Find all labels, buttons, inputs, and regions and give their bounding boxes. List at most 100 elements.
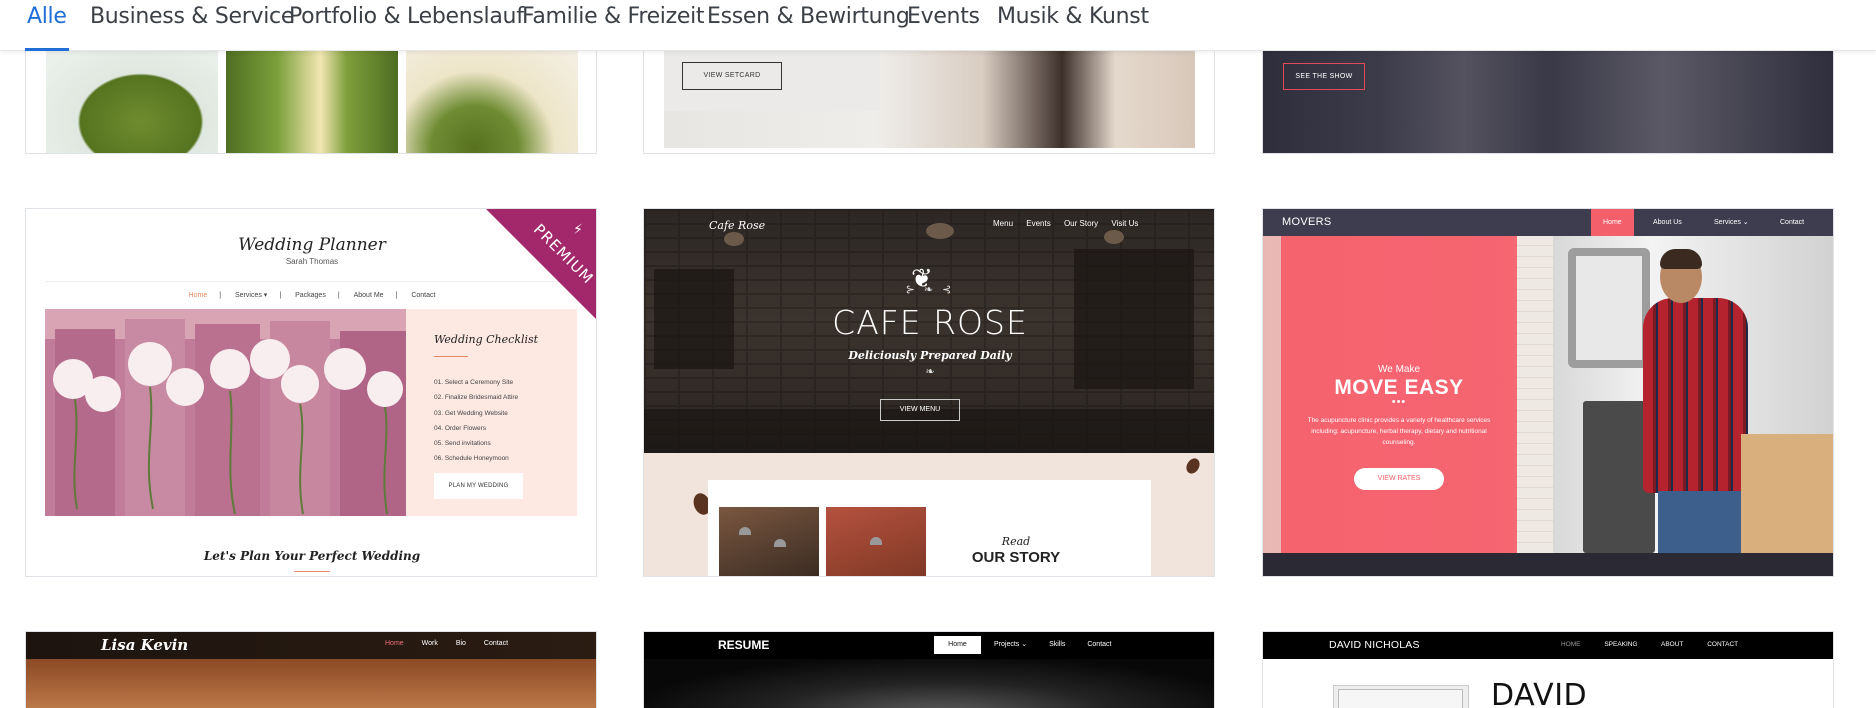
template-card-david-nicholas[interactable]: DAVID NICHOLAS HOME SPEAKING ABOUT CONTA…: [1262, 631, 1834, 708]
checklist: 01. Select a Ceremony Site 02. Finalize …: [434, 375, 518, 467]
template-card-wedding-planner[interactable]: Wedding Planner Sarah Thomas Home | Servi…: [25, 208, 597, 577]
site-name: Lisa Kevin: [101, 636, 189, 654]
bridesmaids-photo: [45, 309, 406, 516]
ornament-icon: ❧: [925, 366, 935, 378]
cafe-title: CAFE ROSE: [832, 303, 1028, 342]
nav-services: Services ⌄: [1714, 219, 1749, 226]
nav-home: Home: [1591, 209, 1634, 236]
view-rates-button: VIEW RATES: [1354, 468, 1444, 490]
lamp-photo: [719, 507, 819, 576]
template-card-resume[interactable]: RESUME Home Projects ⌄ Skills Contact: [643, 631, 1215, 708]
hero-photo: [26, 659, 596, 708]
template-thumbnail: [406, 49, 578, 153]
template-card-movers[interactable]: MOVERS Home About Us Services ⌄ Contact …: [1262, 208, 1834, 577]
nav-skills: Skills: [1049, 641, 1066, 648]
checklist-item: 02. Finalize Bridesmaid Attire: [434, 394, 519, 402]
nav-about: About Us: [1653, 219, 1682, 226]
lamp-icon: [739, 527, 751, 535]
template-gallery: Alle Business & Service Portfolio & Lebe…: [0, 0, 1876, 708]
read-label: Read: [1001, 535, 1031, 548]
nav-services: Services ▾: [235, 292, 268, 299]
tab-events[interactable]: Events: [907, 4, 980, 51]
cafe-subtitle: Deliciously Prepared Daily: [848, 349, 1012, 362]
nav-contact: Contact: [411, 292, 436, 299]
checklist-item: 01. Select a Ceremony Site: [434, 379, 514, 386]
nav-home: HOME: [1561, 641, 1581, 648]
dots-icon: •••: [1391, 396, 1407, 408]
tab-familie-freizeit[interactable]: Familie & Freizeit: [522, 4, 705, 51]
checklist-item: 05. Send invitations: [434, 440, 491, 448]
hero-name: DAVID: [1491, 678, 1588, 708]
nav-home: Home: [385, 640, 404, 647]
cardboard-box: [1741, 434, 1833, 553]
template-thumbnail: [226, 49, 398, 153]
divider: [434, 356, 468, 357]
portrait-photo: [1338, 689, 1463, 708]
nav-projects: Projects ⌄: [994, 641, 1028, 648]
tab-musik-kunst[interactable]: Musik & Kunst: [997, 4, 1149, 51]
nav-contact: Contact: [1780, 219, 1805, 226]
site-nav: Menu Events Our Story Visit Us: [993, 219, 1149, 228]
lamp-icon: [870, 537, 882, 545]
tab-essen-bewirtung[interactable]: Essen & Bewirtung: [707, 4, 910, 51]
template-thumbnail: [46, 49, 218, 153]
tab-portfolio-lebenslauf[interactable]: Portfolio & Lebenslauf: [289, 4, 524, 51]
checklist-panel: Wedding Checklist 01. Select a Ceremony …: [406, 309, 577, 516]
site-header: RESUME Home Projects ⌄ Skills Contact: [644, 632, 1214, 659]
category-tabs: Alle Business & Service Portfolio & Lebe…: [0, 0, 1876, 51]
checklist-item: 04. Order Flowers: [434, 424, 487, 432]
lightning-icon: ⚡: [573, 221, 583, 237]
hero-description: The acupuncture clinic provides a variet…: [1307, 417, 1491, 446]
site-nav: Projects ⌄ Skills Contact: [994, 640, 1131, 648]
site-nav: HOME SPEAKING ABOUT CONTACT: [1561, 641, 1760, 648]
site-name: DAVID NICHOLAS: [1329, 639, 1420, 651]
brand-logo: MOVERS: [1282, 216, 1332, 228]
view-setcard-button[interactable]: VIEW SETCARD: [682, 62, 782, 90]
site-name: RESUME: [718, 638, 770, 652]
cafe-logo: Cafe Rose: [709, 219, 766, 232]
tab-alle[interactable]: Alle: [25, 4, 69, 51]
brick-photo: [826, 507, 926, 576]
mover-jeans: [1658, 491, 1743, 553]
ornament-icon: ⊱ ❧ ⊰: [905, 284, 955, 296]
nav-menu: Menu: [993, 219, 1014, 228]
lamp-icon: [774, 539, 786, 547]
story-section: Read OUR STORY: [644, 453, 1214, 576]
view-menu-button: VIEW MENU: [880, 399, 960, 421]
tagline: Let's Plan Your Perfect Wedding: [203, 549, 421, 563]
nav-contact: Contact: [483, 640, 509, 647]
nav-events: Events: [1026, 219, 1051, 228]
site-header: DAVID NICHOLAS HOME SPEAKING ABOUT CONTA…: [1263, 632, 1833, 659]
nav-home: Home: [188, 292, 208, 299]
coffee-bean-icon: [1183, 456, 1203, 476]
checklist-item: 03. Get Wedding Website: [434, 409, 508, 417]
plan-my-wedding-button: PLAN MY WEDDING: [434, 473, 523, 499]
site-header: Lisa Kevin Home Work Bio Contact: [26, 632, 596, 659]
checklist-item: 06. Schedule Honeymoon: [434, 455, 509, 463]
hero-kicker: We Make: [1377, 364, 1421, 375]
nav-bio: Bio: [455, 640, 466, 647]
hero-photo: We Make MOVE EASY ••• The acupuncture cl…: [1263, 236, 1833, 553]
nav-visit-us: Visit Us: [1111, 219, 1139, 228]
divider: [294, 571, 330, 572]
nav-our-story: Our Story: [1063, 219, 1099, 228]
nav-contact: Contact: [1087, 641, 1112, 648]
template-card-lisa-kevin[interactable]: Lisa Kevin Home Work Bio Contact: [25, 631, 597, 708]
mover-person: [1643, 298, 1748, 493]
see-the-show-button[interactable]: SEE THE SHOW: [1283, 63, 1365, 90]
tab-business-service[interactable]: Business & Service: [90, 4, 294, 51]
site-header: MOVERS Home About Us Services ⌄ Contact: [1263, 209, 1833, 236]
nav-about: ABOUT: [1661, 641, 1684, 648]
our-story-heading: OUR STORY: [971, 549, 1061, 566]
site-nav: Home Work Bio Contact: [385, 640, 524, 647]
truck-window: [1568, 248, 1650, 368]
nav-speaking: SPEAKING: [1604, 641, 1638, 648]
footer-bar: [1263, 553, 1833, 576]
cafe-hero: Cafe Rose Menu Events Our Story Visit Us…: [644, 209, 1214, 453]
nav-packages: Packages: [295, 292, 326, 299]
nav-work: Work: [421, 640, 438, 647]
hero-photo: [644, 659, 1214, 708]
mover-hair: [1660, 249, 1702, 269]
template-card-cafe-rose[interactable]: Cafe Rose Menu Events Our Story Visit Us…: [643, 208, 1215, 577]
nav-about: About Me: [353, 292, 384, 299]
